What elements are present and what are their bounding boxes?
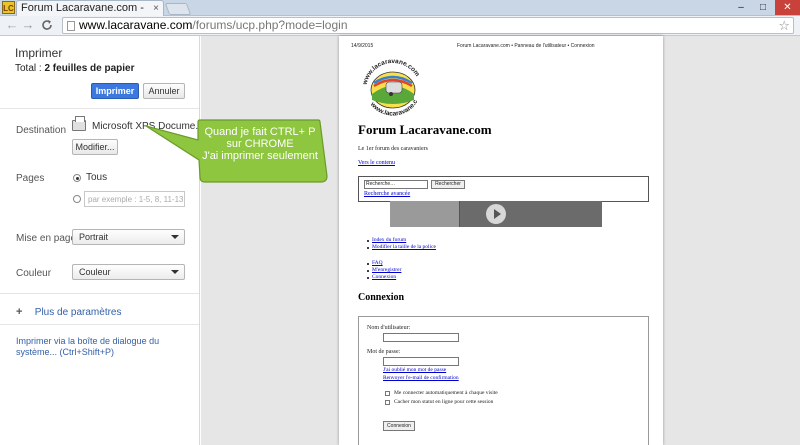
video-banner (390, 201, 602, 227)
divider (0, 293, 199, 294)
search-box: Recherche… Rechercher Recherche avancée (358, 176, 649, 202)
print-preview-area[interactable]: 14/9/2015 Forum Lacaravane.com • Panneau… (201, 36, 800, 445)
tab-close-icon[interactable]: × (153, 1, 159, 16)
callout-line: J'ai imprimer seulement (202, 150, 318, 162)
color-select[interactable]: Couleur (72, 264, 185, 280)
page-header-date: 14/9/2015 (351, 43, 374, 49)
site-logo: www.lacaravane.com www.lacaravane.com (358, 56, 421, 116)
address-bar[interactable]: www.lacaravane.com/forums/ucp.php?mode=l… (62, 17, 794, 34)
printer-icon (72, 116, 86, 131)
page-icon (67, 21, 75, 31)
list-item: Index du forum (367, 237, 436, 244)
pages-label: Pages (16, 173, 45, 184)
list-item: FAQ (367, 260, 401, 267)
cancel-button[interactable]: Annuler (143, 83, 185, 99)
callout-line: Quand je fait CTRL+ P (204, 126, 316, 138)
site-favicon-icon: LC (2, 1, 15, 14)
url-path: /forums/ucp.php?mode=login (192, 18, 348, 32)
hide-status-checkbox (385, 400, 390, 405)
search-button: Rechercher (431, 180, 465, 189)
system-dialog-link[interactable]: Imprimer via la boîte de dialogue du sys… (16, 336, 196, 358)
more-settings-link[interactable]: + Plus de paramètres (16, 306, 122, 318)
color-value: Couleur (79, 267, 111, 277)
pages-range-input[interactable] (84, 191, 185, 207)
chevron-down-icon (171, 235, 179, 239)
window-close-button[interactable]: ✕ (775, 0, 800, 15)
modify-destination-button[interactable]: Modifier... (72, 139, 118, 155)
list-item: Connexion (367, 274, 401, 281)
back-arrow-icon[interactable]: ← (4, 17, 20, 33)
banner-thumbnail (390, 201, 460, 227)
layout-select[interactable]: Portrait (72, 229, 185, 245)
auto-login-checkbox (385, 391, 390, 396)
chevron-down-icon (171, 270, 179, 274)
login-submit-button: Connexion (383, 421, 415, 431)
forward-arrow-icon[interactable]: → (20, 17, 36, 33)
destination-label: Destination (16, 125, 67, 136)
callout-text: Quand je fait CTRL+ P sur CHROME J'ai im… (196, 126, 324, 162)
site-description: Le 1er forum des caravaniers (358, 146, 428, 152)
window-minimize-button[interactable]: – (730, 0, 752, 15)
username-field (383, 333, 459, 342)
print-total-value: 2 feuilles de papier (44, 63, 135, 74)
bookmark-star-icon[interactable]: ☆ (778, 18, 790, 33)
color-label: Couleur (16, 268, 52, 279)
page-header-title: Forum Lacaravane.com • Panneau de l'util… (457, 43, 595, 49)
login-form: Nom d'utilisateur: Mot de passe: J'ai ou… (358, 316, 649, 445)
auto-login-label: Me connecter automatiquement à chaque vi… (394, 390, 498, 396)
divider (0, 324, 199, 325)
pages-all-label: Tous (86, 172, 108, 183)
site-title: Forum Lacaravane.com (358, 122, 492, 137)
forgot-password-link: J'ai oublié mon mot de passe (383, 367, 447, 373)
preview-page: 14/9/2015 Forum Lacaravane.com • Panneau… (339, 36, 663, 445)
window-maximize-button[interactable]: □ (752, 0, 774, 15)
print-settings-pane: Imprimer Total : 2 feuilles de papier Im… (0, 36, 200, 445)
resend-email-link: Renvoyer l'e-mail de confirmation (383, 375, 459, 381)
print-dialog-title: Imprimer (15, 46, 63, 60)
list-item: Modifier la taille de la police (367, 244, 436, 251)
print-total-prefix: Total : (15, 63, 45, 74)
browser-tab[interactable]: Forum Lacaravane.com - × (16, 0, 164, 16)
username-label: Nom d'utilisateur: (367, 325, 411, 331)
list-item: M'enregistrer (367, 267, 401, 274)
skip-to-content-link: Vers le contenu (358, 160, 395, 166)
hide-status-label: Cacher mon statut en ligne pour cette se… (394, 399, 494, 405)
pages-custom-radio[interactable] (73, 195, 81, 203)
tab-title: Forum Lacaravane.com - (21, 2, 144, 14)
layout-label: Mise en page (16, 233, 77, 244)
advanced-search-link: Recherche avancée (364, 191, 411, 197)
search-input: Recherche… (364, 180, 428, 189)
print-total: Total : 2 feuilles de papier (15, 63, 135, 74)
callout-line: sur CHROME (226, 138, 294, 150)
nav-links-primary: Index du forum Modifier la taille de la … (367, 237, 436, 251)
section-title: Connexion (358, 292, 405, 303)
reload-icon[interactable] (39, 17, 55, 33)
printer-name: Microsoft XPS Docume... (92, 121, 200, 132)
url-host: www.lacaravane.com (79, 18, 193, 32)
plus-icon: + (16, 306, 23, 318)
password-label: Mot de passe: (367, 349, 401, 355)
divider (0, 108, 199, 109)
pages-all-radio[interactable] (73, 174, 81, 182)
new-tab-button[interactable] (164, 3, 192, 15)
title-bar: LC Forum Lacaravane.com - × – □ ✕ (0, 0, 800, 16)
browser-toolbar: ← → www.lacaravane.com/forums/ucp.php?mo… (0, 16, 800, 36)
play-icon (486, 204, 506, 224)
print-button[interactable]: Imprimer (91, 83, 139, 99)
nav-links-secondary: FAQ M'enregistrer Connexion (367, 260, 401, 281)
layout-value: Portrait (79, 232, 109, 242)
more-settings-label: Plus de paramètres (34, 307, 122, 318)
password-field (383, 357, 459, 366)
